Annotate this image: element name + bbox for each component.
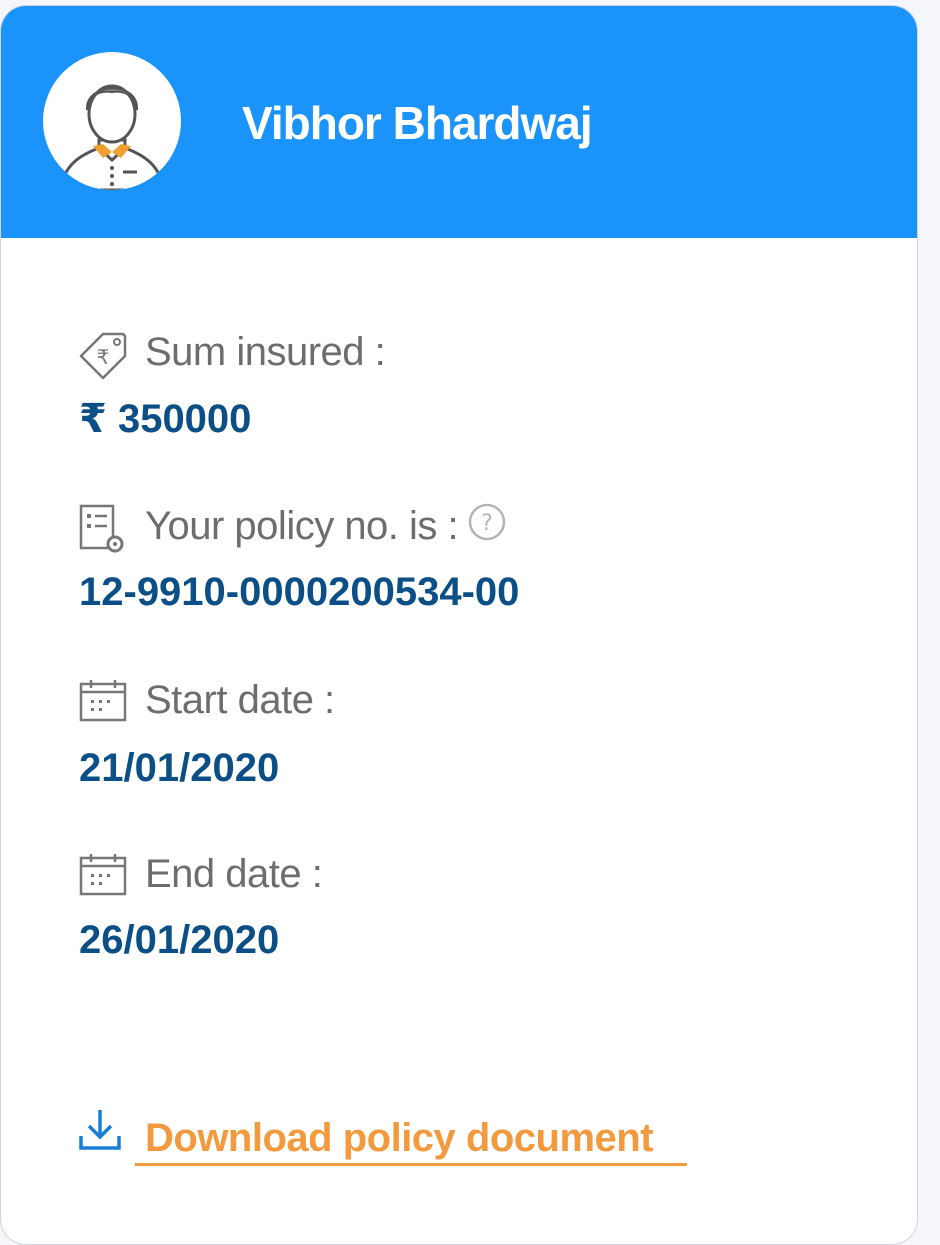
end-date-value: 26/01/2020: [79, 918, 280, 962]
download-policy-link[interactable]: Download policy document: [135, 1116, 687, 1166]
start-date-label: Start date :: [145, 678, 335, 722]
download-icon[interactable]: [77, 1106, 123, 1152]
question-mark-icon[interactable]: ?: [467, 502, 507, 542]
end-date-label: End date :: [145, 852, 323, 896]
policy-document-icon: [79, 504, 124, 553]
user-avatar-icon: [59, 84, 165, 190]
avatar: [43, 52, 181, 190]
price-tag-rupee-icon: ₹: [79, 332, 127, 380]
user-name: Vibhor Bhardwaj: [242, 97, 593, 149]
card-header: Vibhor Bhardwaj: [1, 6, 917, 238]
start-date-value: 21/01/2020: [79, 746, 280, 790]
policy-number-value: 12-9910-0000200534-00: [79, 570, 520, 614]
svg-text:?: ?: [481, 511, 493, 536]
calendar-icon: [79, 680, 127, 722]
svg-text:₹: ₹: [97, 345, 110, 369]
calendar-icon: [79, 854, 127, 896]
policy-card: Vibhor Bhardwaj ₹ Sum insured : ₹ 350000…: [0, 5, 918, 1245]
sum-insured-label: Sum insured :: [145, 330, 386, 374]
sum-insured-value: ₹ 350000: [79, 397, 252, 441]
policy-number-label: Your policy no. is :: [145, 504, 459, 548]
